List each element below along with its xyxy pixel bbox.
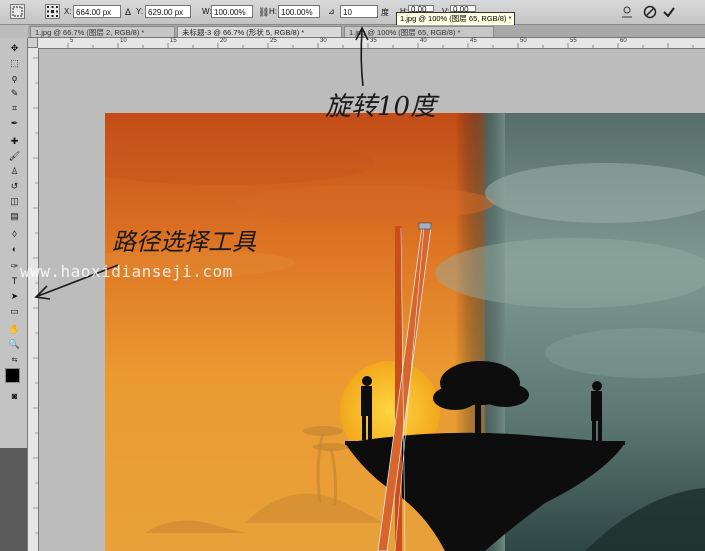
- quick-select-tool-icon[interactable]: ✎: [8, 87, 21, 100]
- artwork-image: [105, 113, 705, 551]
- h-field[interactable]: 100.00%: [278, 5, 320, 18]
- ruler-tick: 45: [470, 38, 477, 44]
- move-tool-icon[interactable]: ✥: [8, 42, 21, 55]
- marquee-tool-icon[interactable]: ⬚: [8, 57, 21, 70]
- delta-icon: Δ: [125, 7, 132, 17]
- lasso-tool-icon[interactable]: ϙ: [8, 72, 21, 85]
- blur-tool-icon[interactable]: ◊: [8, 228, 21, 241]
- angle-unit: 度: [381, 8, 389, 17]
- brush-tool-icon[interactable]: 🖌: [8, 150, 21, 163]
- healing-brush-icon[interactable]: ✚: [8, 135, 21, 148]
- ruler-tick: 10: [120, 38, 127, 44]
- reference-point-icon[interactable]: [45, 4, 60, 19]
- tab-document-3[interactable]: 1.jpg @ 100% (图层 65, RGB/8) *: [344, 26, 494, 37]
- rotate-annotation: 旋转10度: [325, 92, 437, 122]
- warp-icon[interactable]: [620, 5, 634, 21]
- h-label: H:: [269, 7, 277, 16]
- zoom-tool-icon[interactable]: 🔍: [8, 338, 21, 351]
- checkmark-icon[interactable]: [662, 5, 676, 21]
- transform-tool-icon[interactable]: [10, 4, 25, 19]
- eraser-tool-icon[interactable]: ◫: [8, 195, 21, 208]
- ruler-tick: 50: [520, 38, 527, 44]
- hskew-field[interactable]: 0.00: [408, 5, 434, 14]
- watermark-text: www.haoxidianseji.com: [20, 262, 233, 281]
- document-tabs: 1.jpg @ 66.7% (图层 2, RGB/8) * 未标题-3 @ 66…: [28, 25, 705, 38]
- ruler-tick: 20: [220, 38, 227, 44]
- path-tool-annotation: 路径选择工具: [112, 228, 256, 256]
- ruler-tick: 5: [70, 38, 74, 44]
- w-field[interactable]: 100.00%: [211, 5, 253, 18]
- document-tooltip: 1.jpg @ 100% (图层 65, RGB/8) *: [396, 12, 516, 26]
- horizontal-ruler[interactable]: 5 10 15 20 25 30 35 40 45 50 55 60: [38, 38, 705, 49]
- angle-icon: ⊿: [328, 7, 335, 16]
- canvas-area[interactable]: [39, 49, 705, 551]
- ruler-tick: 60: [620, 38, 627, 44]
- gradient-tool-icon[interactable]: ▤: [8, 210, 21, 223]
- angle-field[interactable]: 10: [340, 5, 378, 18]
- tools-panel: ✥ ⬚ ϙ ✎ ⌗ ✒ ✚ 🖌 ♙ ↺ ◫ ▤ ◊ ◐ ✑ T ➤ ▭ ✋ 🔍 …: [0, 38, 28, 551]
- path-selection-tool-icon[interactable]: ➤: [8, 290, 21, 303]
- ruler-corner: [28, 38, 38, 48]
- tab-document-1[interactable]: 1.jpg @ 66.7% (图层 2, RGB/8) *: [30, 26, 175, 37]
- tab-document-2[interactable]: 未标题-3 @ 66.7% (形状 5, RGB/8) *: [177, 26, 342, 37]
- swap-colors-icon[interactable]: ⇆: [8, 354, 21, 367]
- x-field[interactable]: 664.00 px: [73, 5, 121, 18]
- y-field[interactable]: 629.00 px: [145, 5, 191, 18]
- link-icon[interactable]: ⛓: [258, 7, 269, 18]
- clone-stamp-icon[interactable]: ♙: [8, 165, 21, 178]
- hand-tool-icon[interactable]: ✋: [8, 323, 21, 336]
- ruler-tick: 15: [170, 38, 177, 44]
- ruler-tick: 55: [570, 38, 577, 44]
- quick-mask-icon[interactable]: ◙: [8, 390, 21, 403]
- cancel-icon[interactable]: [643, 5, 657, 21]
- toolbox-dark-area: [0, 448, 27, 551]
- shape-tool-icon[interactable]: ▭: [8, 305, 21, 318]
- ruler-tick: 25: [270, 38, 277, 44]
- vskew-field[interactable]: 0.00: [450, 5, 476, 14]
- dodge-tool-icon[interactable]: ◐: [8, 243, 21, 256]
- y-label: Y:: [136, 7, 144, 16]
- ruler-tick: 40: [420, 38, 427, 44]
- crop-tool-icon[interactable]: ⌗: [8, 102, 21, 115]
- ruler-tick: 35: [370, 38, 377, 44]
- eyedropper-tool-icon[interactable]: ✒: [8, 117, 21, 130]
- vertical-ruler[interactable]: [28, 48, 39, 551]
- foreground-color-swatch[interactable]: [5, 368, 20, 383]
- options-bar: X: 664.00 px Δ Y: 629.00 px W: 100.00% ⛓…: [0, 0, 705, 25]
- history-brush-icon[interactable]: ↺: [8, 180, 21, 193]
- ruler-tick: 30: [320, 38, 327, 44]
- x-label: X:: [64, 7, 72, 16]
